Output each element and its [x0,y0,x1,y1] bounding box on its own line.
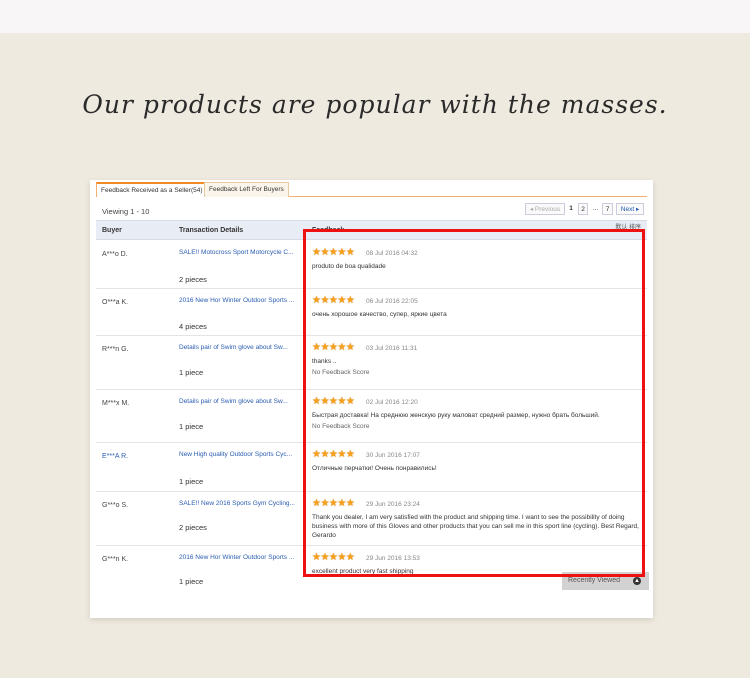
product-link[interactable]: 2016 New Hor Winter Outdoor Sports ... [179,296,304,305]
quantity: 4 pieces [179,322,207,331]
buyer-name: A***o D. [102,251,128,258]
pagination-previous[interactable]: ◂ Previous [525,203,565,215]
buyer-name[interactable]: E***A R. [102,453,128,460]
buyer-name: M***x M. [102,400,130,407]
buyer-name: R***n G. [102,346,129,353]
quantity: 1 piece [179,368,204,377]
pagination-page-2[interactable]: 2 [578,203,588,215]
product-link[interactable]: SALE!! New 2016 Sports Gym Cycling... [179,499,304,508]
pagination-ellipsis: ... [592,205,599,212]
buyer-name: G***o S. [102,502,129,509]
recently-viewed-label: Recently Viewed [568,577,621,584]
column-header-transaction: Transaction Details [179,227,244,234]
quantity: 1 piece [179,577,204,586]
top-strip [0,0,750,33]
quantity: 2 pieces [179,523,207,532]
headline: Our products are popular with the masses… [82,90,668,119]
quantity: 2 pieces [179,275,207,284]
tab-left-for-buyers[interactable]: Feedback Left For Buyers [204,182,289,197]
pagination-page-1[interactable]: 1 [566,203,576,215]
pagination-page-7[interactable]: 7 [602,203,613,215]
chevron-up-icon: ▲ [633,577,641,585]
buyer-name: O***a K. [102,299,129,306]
highlight-box [303,229,645,577]
tab-received-as-seller[interactable]: Feedback Received as a Seller(54) [96,182,208,197]
product-link[interactable]: 2016 New Hor Winter Outdoor Sports ... [179,553,304,562]
viewing-count: Viewing 1 - 10 [102,207,150,216]
feedback-tabs: Feedback Received as a Seller(54) Feedba… [96,180,647,197]
product-link[interactable]: SALE!! Motocross Sport Motorcycle C... [179,248,304,257]
quantity: 1 piece [179,477,204,486]
product-link[interactable]: New High quality Outdoor Sports Cyc... [179,450,304,459]
buyer-name: G***n K. [102,556,129,563]
pagination-next[interactable]: Next ▸ [616,203,644,215]
quantity: 1 piece [179,422,204,431]
product-link[interactable]: Details pair of Swim glove about Sw... [179,397,304,406]
column-header-buyer: Buyer [102,227,122,234]
product-link[interactable]: Details pair of Swim glove about Sw... [179,343,304,352]
